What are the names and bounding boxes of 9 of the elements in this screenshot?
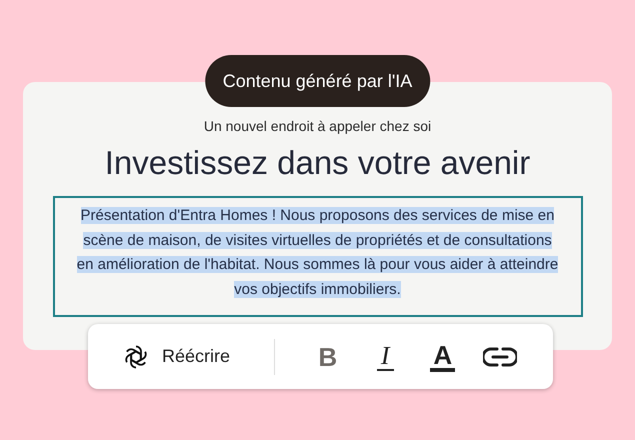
heading: Investissez dans votre avenir (104, 144, 530, 182)
ai-content-badge: Contenu généré par l'IA (204, 55, 430, 107)
italic-button[interactable]: I (356, 342, 414, 370)
bold-button[interactable]: B (298, 344, 356, 370)
text-box[interactable] (52, 196, 582, 317)
subtitle: Un nouvel endroit à appeler chez soi (204, 118, 432, 134)
text-color-button[interactable]: A (414, 342, 472, 372)
paragraph: Présentation d'Entra Homes ! Nous proposons des services de mise en scène de maison, de visites virtuelles de propriétés et de consultations en amélioration de l'habitat. Nous sommes là pour vous aider à atteindre vos objectifs immobiliers. (76, 206, 560, 300)
rewrite-button[interactable]: Réécrire (122, 342, 230, 370)
